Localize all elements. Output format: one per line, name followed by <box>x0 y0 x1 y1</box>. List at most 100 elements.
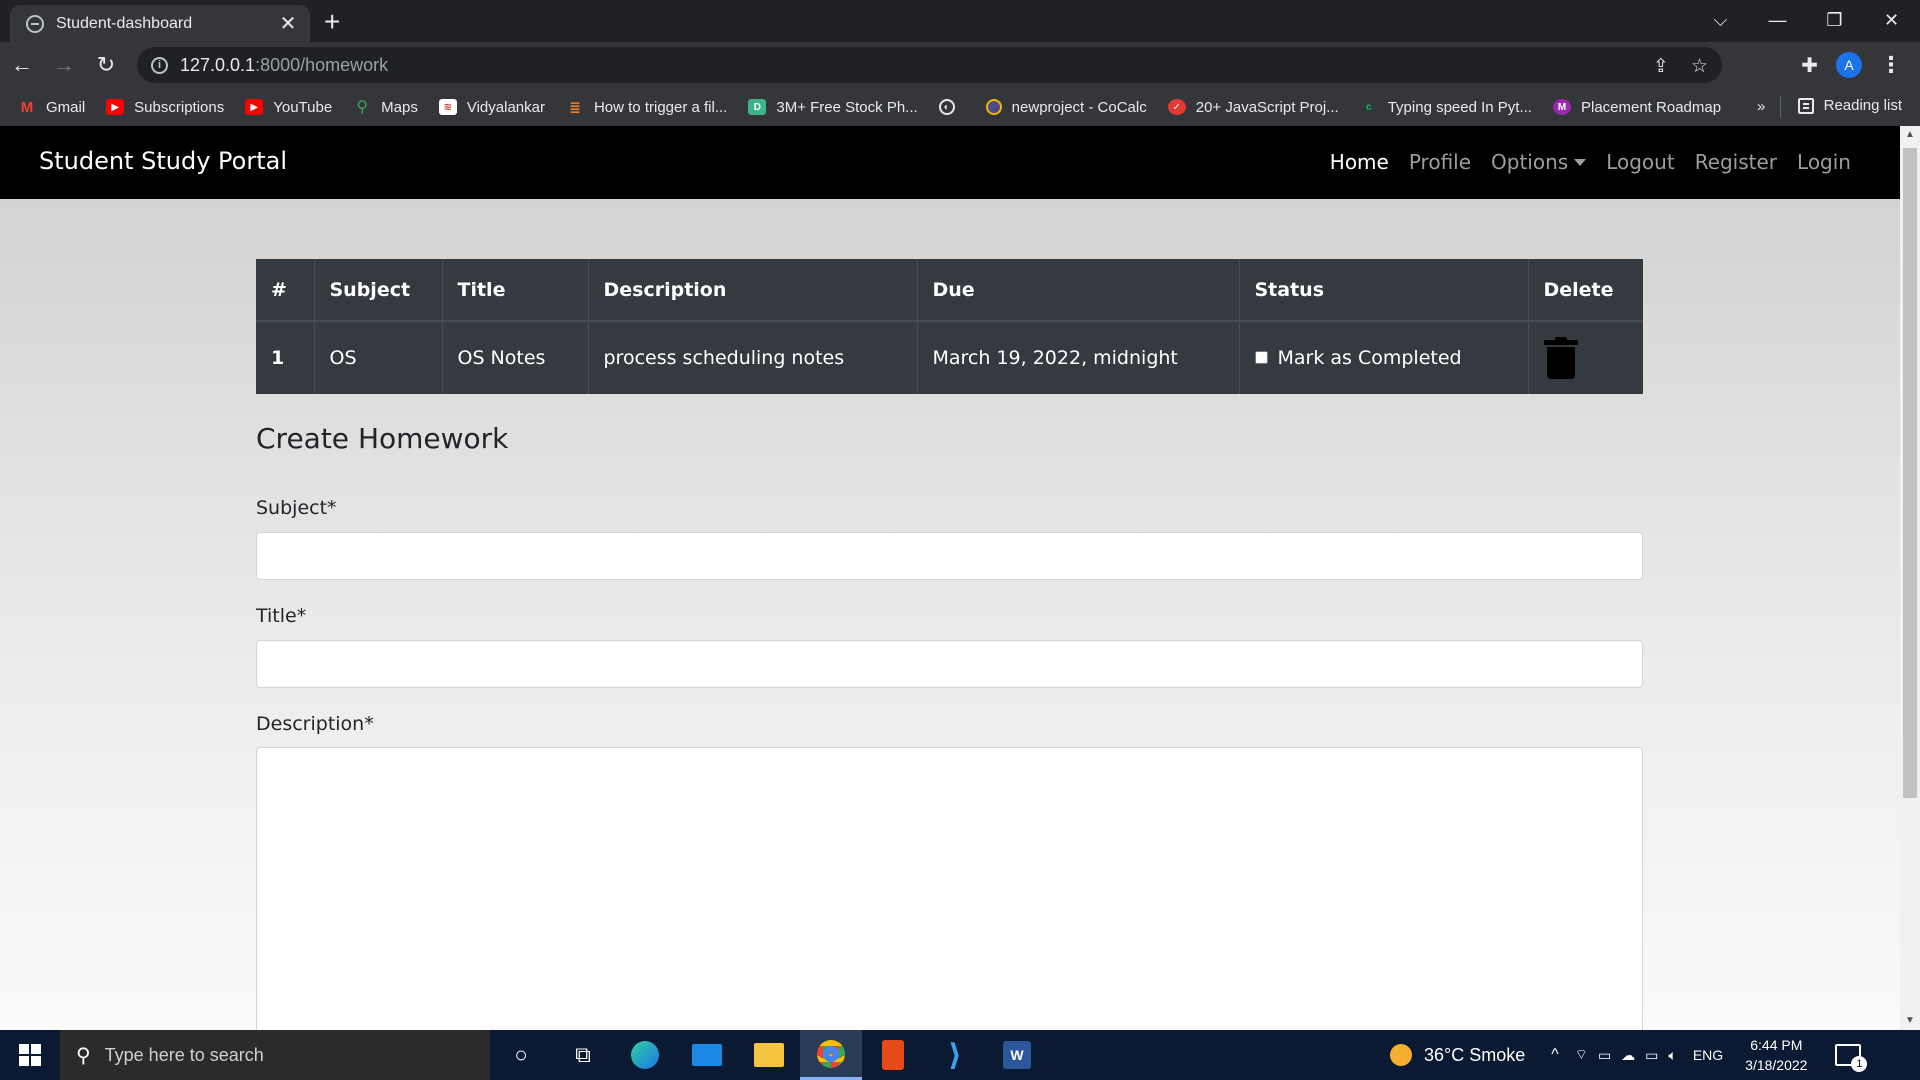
globe-icon: ◐ <box>938 99 955 115</box>
tab-title: Student-dashboard <box>56 14 193 32</box>
reading-list-icon <box>1797 97 1814 114</box>
share-icon[interactable]: ⇪ <box>1653 55 1669 78</box>
vscode-icon[interactable]: ⟩ <box>924 1038 986 1073</box>
bookmark-cocalc[interactable]: newproject - CoCalc <box>985 99 1147 116</box>
col-subject: Subject <box>314 259 443 322</box>
bookmark-maps[interactable]: ⚲ Maps <box>353 98 418 117</box>
task-view-icon[interactable]: ⧉ <box>552 1042 614 1068</box>
more-bookmarks-button[interactable]: » <box>1757 98 1765 115</box>
bookmark-label: How to trigger a fil... <box>593 98 728 116</box>
reading-list-label: Reading list <box>1823 97 1902 114</box>
extensions-icon[interactable]: ✚ <box>1801 53 1818 78</box>
weather-text[interactable]: 36°C Smoke <box>1424 1045 1525 1066</box>
bookmark-youtube[interactable]: ▶ YouTube <box>245 99 332 116</box>
bookmark-globe[interactable]: ◐ <box>938 99 965 115</box>
address-bar[interactable]: i 127.0.0.1:8000/homework ⇪ ☆ <box>137 47 1722 83</box>
battery-icon[interactable]: ▭ <box>1645 1047 1658 1064</box>
title-label: Title* <box>256 605 307 627</box>
completed-checkbox[interactable] <box>1254 351 1268 364</box>
scroll-down-arrow-icon[interactable]: ▼ <box>1900 1012 1920 1030</box>
roadmap-icon: M <box>1552 99 1571 115</box>
homework-table: # Subject Title Description Due Status D… <box>256 259 1643 394</box>
file-explorer-icon[interactable] <box>738 1043 800 1067</box>
brand-logo[interactable]: Student Study Portal <box>39 147 287 175</box>
bookmark-label: Placement Roadmap <box>1580 98 1722 116</box>
back-button[interactable]: ← <box>2 45 42 85</box>
bookmark-stackoverflow[interactable]: ≣ How to trigger a fil... <box>566 99 727 116</box>
bookmark-placement-roadmap[interactable]: M Placement Roadmap <box>1552 98 1722 116</box>
stock-photo-icon: D <box>748 99 767 115</box>
mail-icon[interactable] <box>676 1044 738 1066</box>
network-icon[interactable]: ⌔ <box>1575 1046 1588 1064</box>
taskbar-search-box[interactable]: ⚲ Type here to search <box>60 1030 490 1080</box>
tab-strip: Student-dashboard ✕ + ⌵ — ❐ ✕ <box>0 0 1920 42</box>
bookmark-typing-speed[interactable]: c Typing speed In Pyt... <box>1360 99 1532 116</box>
language-indicator[interactable]: ENG <box>1693 1047 1723 1063</box>
bookmark-gmail[interactable]: M Gmail <box>18 99 85 116</box>
minimize-button[interactable]: — <box>1749 0 1806 40</box>
notification-icon[interactable]: 1 <box>1835 1044 1868 1072</box>
weather-icon[interactable] <box>1390 1044 1412 1066</box>
nav-profile[interactable]: Profile <box>1409 150 1471 174</box>
clock[interactable]: 6:44 PM 3/18/2022 <box>1745 1035 1807 1075</box>
nav-home[interactable]: Home <box>1330 150 1389 174</box>
onedrive-icon[interactable]: ☁ <box>1621 1047 1635 1064</box>
scrollbar-thumb[interactable] <box>1903 148 1917 798</box>
bookmark-label: Maps <box>381 98 418 116</box>
cell-title: OS Notes <box>442 321 589 394</box>
nav-login[interactable]: Login <box>1797 150 1851 174</box>
office-icon[interactable] <box>862 1040 924 1070</box>
forward-button[interactable]: → <box>44 45 84 85</box>
cell-number: 1 <box>256 321 315 394</box>
cortana-icon[interactable]: ○ <box>490 1042 552 1068</box>
new-tab-button[interactable]: + <box>324 6 340 38</box>
bookmark-subscriptions[interactable]: ▶ Subscriptions <box>106 99 224 116</box>
show-hidden-icons-icon[interactable]: ^ <box>1551 1046 1559 1064</box>
edge-icon[interactable] <box>614 1041 676 1069</box>
taskbar-apps: ○ ⧉ ⟩ W <box>490 1030 1048 1080</box>
restore-button[interactable]: ❐ <box>1806 0 1863 40</box>
browser-menu-icon[interactable]: ⋮ <box>1880 52 1902 78</box>
taskbar: ⚲ Type here to search ○ ⧉ ⟩ W 36°C Smoke… <box>0 1030 1920 1080</box>
site-info-icon[interactable]: i <box>151 56 168 74</box>
description-textarea[interactable] <box>256 747 1643 1030</box>
cell-subject: OS <box>314 321 443 394</box>
trash-icon[interactable] <box>1543 336 1578 379</box>
bookmark-vidyalankar[interactable]: ≋ Vidyalankar <box>438 99 545 116</box>
col-delete: Delete <box>1528 259 1643 322</box>
start-button[interactable] <box>0 1030 60 1080</box>
page-viewport: Student Study Portal Home Profile Option… <box>0 126 1900 1030</box>
chrome-icon[interactable] <box>800 1030 862 1080</box>
browser-tab[interactable]: Student-dashboard ✕ <box>10 5 310 42</box>
maps-icon: ⚲ <box>356 99 369 116</box>
tab-search-icon[interactable]: ⌵ <box>1692 0 1749 40</box>
volume-icon[interactable]: 🔈︎ <box>1668 1047 1676 1064</box>
bookmark-star-icon[interactable]: ☆ <box>1691 55 1708 78</box>
page-scrollbar[interactable]: ▲ ▼ <box>1900 126 1920 1030</box>
globe-icon <box>26 14 44 33</box>
nav-logout[interactable]: Logout <box>1606 150 1674 174</box>
bookmark-stock-photos[interactable]: D 3M+ Free Stock Ph... <box>748 99 918 116</box>
title-input[interactable] <box>256 640 1643 688</box>
subject-input[interactable] <box>256 532 1643 580</box>
cell-delete <box>1528 321 1643 394</box>
close-tab-icon[interactable]: ✕ <box>278 11 298 36</box>
form-heading: Create Homework <box>256 422 509 455</box>
nav-options-dropdown[interactable]: Options <box>1491 150 1587 174</box>
scroll-up-arrow-icon[interactable]: ▲ <box>1900 126 1920 144</box>
bookmark-js-projects[interactable]: ✓ 20+ JavaScript Proj... <box>1167 98 1339 116</box>
reading-list-button[interactable]: Reading list <box>1797 97 1902 114</box>
meet-now-icon[interactable]: ▭ <box>1598 1047 1611 1064</box>
col-due: Due <box>917 259 1240 322</box>
search-placeholder: Type here to search <box>104 1044 264 1065</box>
bookmark-label: 20+ JavaScript Proj... <box>1195 98 1339 116</box>
nav-register[interactable]: Register <box>1695 150 1777 174</box>
reload-button[interactable]: ↻ <box>86 45 126 85</box>
col-description: Description <box>588 259 918 322</box>
word-icon[interactable]: W <box>986 1041 1048 1069</box>
bookmark-label: Typing speed In Pyt... <box>1387 98 1532 116</box>
close-window-button[interactable]: ✕ <box>1863 0 1920 40</box>
profile-avatar[interactable]: A <box>1836 52 1862 78</box>
table-header-row: # Subject Title Description Due Status D… <box>256 259 1643 322</box>
js-project-icon: ✓ <box>1167 99 1186 115</box>
